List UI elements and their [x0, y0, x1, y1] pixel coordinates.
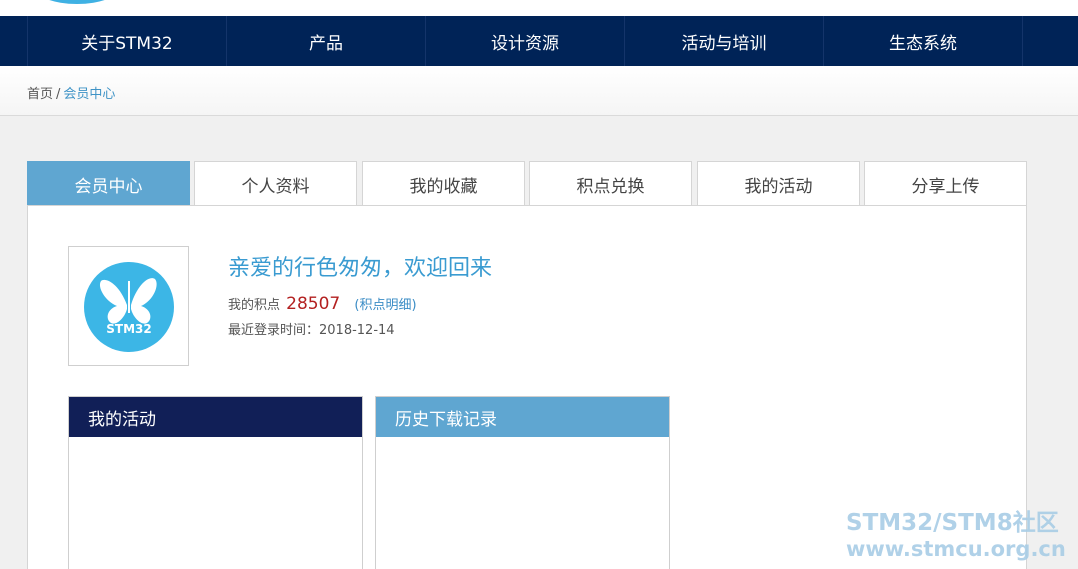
- last-login-value: 2018-12-14: [319, 323, 395, 338]
- tab-points-exchange[interactable]: 积点兑换: [529, 161, 692, 206]
- nav-item-products[interactable]: 产品: [227, 16, 426, 66]
- watermark: STM32/STM8社区 www.stmcu.org.cn: [846, 510, 1066, 562]
- tab-share-upload[interactable]: 分享上传: [864, 161, 1027, 206]
- nav-item-events-training[interactable]: 活动与培训: [625, 16, 824, 66]
- points-value: 28507: [286, 294, 341, 314]
- points-label: 我的积点: [228, 298, 281, 313]
- download-history-box: 历史下载记录: [375, 396, 670, 569]
- points-line: 我的积点 28507 (积点明细): [228, 294, 417, 314]
- points-detail-link[interactable]: (积点明细): [354, 298, 416, 313]
- breadcrumb-home[interactable]: 首页: [27, 87, 53, 102]
- tab-profile[interactable]: 个人资料: [194, 161, 357, 206]
- watermark-line2: www.stmcu.org.cn: [846, 537, 1066, 561]
- welcome-heading: 亲爱的行色匆匆，欢迎回来: [228, 256, 493, 281]
- nav-item-design-resources[interactable]: 设计资源: [426, 16, 625, 66]
- avatar[interactable]: STM32: [68, 246, 189, 366]
- top-strip: [0, 0, 1078, 16]
- nav-item-ecosystem[interactable]: 生态系统: [824, 16, 1023, 66]
- breadcrumb: 首页 / 会员中心: [27, 83, 115, 102]
- watermark-line1: STM32/STM8社区: [846, 510, 1059, 536]
- breadcrumb-separator: /: [56, 87, 61, 102]
- my-activities-title[interactable]: 我的活动: [69, 397, 362, 437]
- tab-favorites[interactable]: 我的收藏: [362, 161, 525, 206]
- tab-my-activities[interactable]: 我的活动: [697, 161, 860, 206]
- site-logo[interactable]: [34, 0, 120, 4]
- avatar-text: STM32: [106, 322, 151, 336]
- stm32-butterfly-icon: STM32: [84, 262, 174, 352]
- nav-item-about[interactable]: 关于STM32: [28, 16, 227, 66]
- my-activities-box: 我的活动: [68, 396, 363, 569]
- breadcrumb-current[interactable]: 会员中心: [63, 87, 115, 102]
- main-nav: 关于STM32 产品 设计资源 活动与培训 生态系统: [0, 16, 1078, 66]
- download-history-title[interactable]: 历史下载记录: [376, 397, 669, 437]
- last-login: 最近登录时间：2018-12-14: [228, 319, 395, 338]
- tab-member-center[interactable]: 会员中心: [27, 161, 190, 206]
- breadcrumb-bar: 首页 / 会员中心: [0, 66, 1078, 116]
- last-login-label: 最近登录时间：: [228, 323, 320, 338]
